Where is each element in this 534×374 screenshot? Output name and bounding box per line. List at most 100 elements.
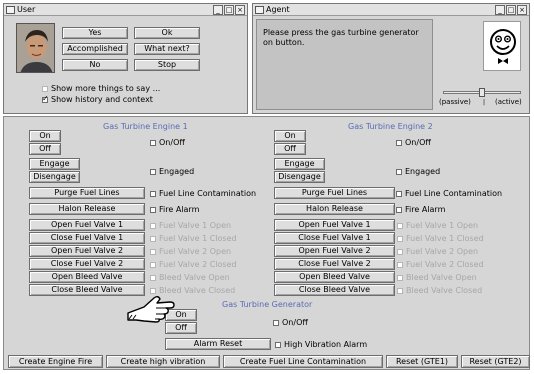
engine2-open-fuel-valve-1-button[interactable]: Open Fuel Valve 1 [274,219,395,231]
engine1-on-button[interactable]: On [29,130,61,142]
activity-slider[interactable]: (passive) | (active) [439,88,527,107]
engine1-bleed-open-checkbox [150,274,156,281]
accomplished-button[interactable]: Accomplished [62,43,128,55]
engine1-open-fuel-valve-1-button[interactable]: Open Fuel Valve 1 [29,219,145,231]
engine1-off-button[interactable]: Off [29,143,61,155]
engine2-bleed-closed-checkbox [397,287,403,294]
engine2-open-bleed-valve-button[interactable]: Open Bleed Valve [274,271,395,283]
engine1-fv1-open-checkbox [150,222,156,229]
engine2-fire-alarm-label: Fire Alarm [405,205,446,214]
engine2-bleed-open-label: Bleed Valve Open [406,273,477,282]
close-icon[interactable]: × [517,5,527,15]
engine2-contamination-label: Fuel Line Contamination [405,189,503,198]
maximize-icon[interactable]: □ [506,5,516,15]
engine2-on-button[interactable]: On [274,130,306,142]
generator-title: Gas Turbine Generator [222,300,313,309]
show-history-checkbox[interactable] [42,94,49,103]
window-menu-icon[interactable] [255,6,264,14]
create-fuel-contamination-button[interactable]: Create Fuel Line Contamination [223,355,383,368]
generator-onoff-label: On/Off [282,318,308,327]
minimize-icon[interactable]: _ [213,5,223,15]
engine2-contamination-checkbox [396,190,402,197]
engine1-fv2-closed-checkbox [150,261,156,268]
show-more-option[interactable]: Show more things to say ... [42,84,160,93]
engine2-engaged-label: Engaged [405,167,441,176]
slider-active-label: (active) [495,98,522,106]
engine2-close-bleed-valve-button[interactable]: Close Bleed Valve [274,284,395,296]
engine1-fv2-closed-label: Fuel Valve 2 Closed [159,260,237,269]
engine2-onoff-checkbox [396,139,402,146]
yes-button[interactable]: Yes [62,27,128,39]
engine1-fv1-open-label: Fuel Valve 1 Open [159,221,232,230]
engine2-disengage-button[interactable]: Disengage [274,171,325,183]
agent-message: Please press the gas turbine generator o… [263,28,419,47]
user-titlebar: User _ □ × [4,4,247,16]
engine1-halon-button[interactable]: Halon Release [29,203,145,215]
engine1-fuel-valve-2-open-indicator: Fuel Valve 2 Open [150,247,231,256]
engine1-open-bleed-valve-button[interactable]: Open Bleed Valve [29,271,145,283]
engine2-close-fuel-valve-2-button[interactable]: Close Fuel Valve 2 [274,258,395,270]
engine2-bleed-closed-label: Bleed Valve Closed [406,286,483,295]
create-high-vibration-button[interactable]: Create high vibration [106,355,220,368]
show-more-label: Show more things to say ... [51,84,161,93]
avatar [16,23,55,73]
what-next-button[interactable]: What next? [134,43,200,55]
engine2-engage-button[interactable]: Engage [274,158,325,170]
engine1-bleed-open-label: Bleed Valve Open [159,273,230,282]
engine2-contamination-indicator: Fuel Line Contamination [396,189,502,198]
engine2-fire-alarm-checkbox [396,206,402,213]
window-menu-icon[interactable] [6,6,15,14]
create-engine-fire-button[interactable]: Create Engine Fire [8,355,103,368]
ok-button[interactable]: Ok [134,27,200,39]
stop-button[interactable]: Stop [134,59,200,71]
engine1-engaged-label: Engaged [159,167,195,176]
engine1-engage-button[interactable]: Engage [29,158,80,170]
engine2-fuel-valve-1-open-indicator: Fuel Valve 1 Open [397,221,478,230]
maximize-icon[interactable]: □ [224,5,234,15]
reset-gte1-button[interactable]: Reset (GTE1) [386,355,458,368]
slider-thumb[interactable] [479,88,485,97]
engine1-fv2-open-label: Fuel Valve 2 Open [159,247,232,256]
engine2-bleed-valve-closed-indicator: Bleed Valve Closed [397,286,482,295]
engine2-bleed-valve-open-indicator: Bleed Valve Open [397,273,477,282]
engine2-engaged-indicator: Engaged [396,167,440,176]
engine1-open-fuel-valve-2-button[interactable]: Open Fuel Valve 2 [29,245,145,257]
engine2-fuel-valve-2-open-indicator: Fuel Valve 2 Open [397,247,478,256]
engine1-fuel-valve-1-closed-indicator: Fuel Valve 1 Closed [150,234,237,243]
vibration-alarm-checkbox [275,341,281,348]
engine1-onoff-checkbox [150,139,156,146]
engine1-onoff-indicator: On/Off [150,138,185,147]
engine1-fv2-open-checkbox [150,248,156,255]
engine2-fv1-open-label: Fuel Valve 1 Open [406,221,479,230]
engine1-fuel-valve-1-open-indicator: Fuel Valve 1 Open [150,221,231,230]
engine1-purge-button[interactable]: Purge Fuel Lines [29,187,145,199]
engine2-off-button[interactable]: Off [274,143,306,155]
show-history-option[interactable]: Show history and context [42,94,153,104]
generator-off-button[interactable]: Off [165,322,197,334]
engine1-close-fuel-valve-1-button[interactable]: Close Fuel Valve 1 [29,232,145,244]
agent-message-area: Please press the gas turbine generator o… [256,19,433,110]
engine2-fuel-valve-2-closed-indicator: Fuel Valve 2 Closed [397,260,484,269]
engine2-open-fuel-valve-2-button[interactable]: Open Fuel Valve 2 [274,245,395,257]
engine2-purge-button[interactable]: Purge Fuel Lines [274,187,395,199]
engine1-close-fuel-valve-2-button[interactable]: Close Fuel Valve 2 [29,258,145,270]
show-more-checkbox[interactable] [42,85,48,92]
engine2-close-fuel-valve-1-button[interactable]: Close Fuel Valve 1 [274,232,395,244]
engine2-fv1-open-checkbox [397,222,403,229]
engine1-engaged-indicator: Engaged [150,167,194,176]
engine1-title: Gas Turbine Engine 1 [103,122,188,131]
alarm-reset-button[interactable]: Alarm Reset [165,338,271,350]
no-button[interactable]: No [62,59,128,71]
slider-tick: | [483,99,486,106]
engine2-fuel-valve-1-closed-indicator: Fuel Valve 1 Closed [397,234,484,243]
engine1-disengage-button[interactable]: Disengage [29,171,80,183]
engine2-engaged-checkbox [396,168,402,175]
engine2-onoff-indicator: On/Off [396,138,431,147]
engine1-contamination-indicator: Fuel Line Contamination [150,189,256,198]
engine1-fv1-closed-checkbox [150,235,156,242]
minimize-icon[interactable]: _ [495,5,505,15]
engine2-halon-button[interactable]: Halon Release [274,203,395,215]
reset-gte2-button[interactable]: Reset (GTE2) [461,355,530,368]
slider-passive-label: (passive) [439,98,471,106]
close-icon[interactable]: × [235,5,245,15]
